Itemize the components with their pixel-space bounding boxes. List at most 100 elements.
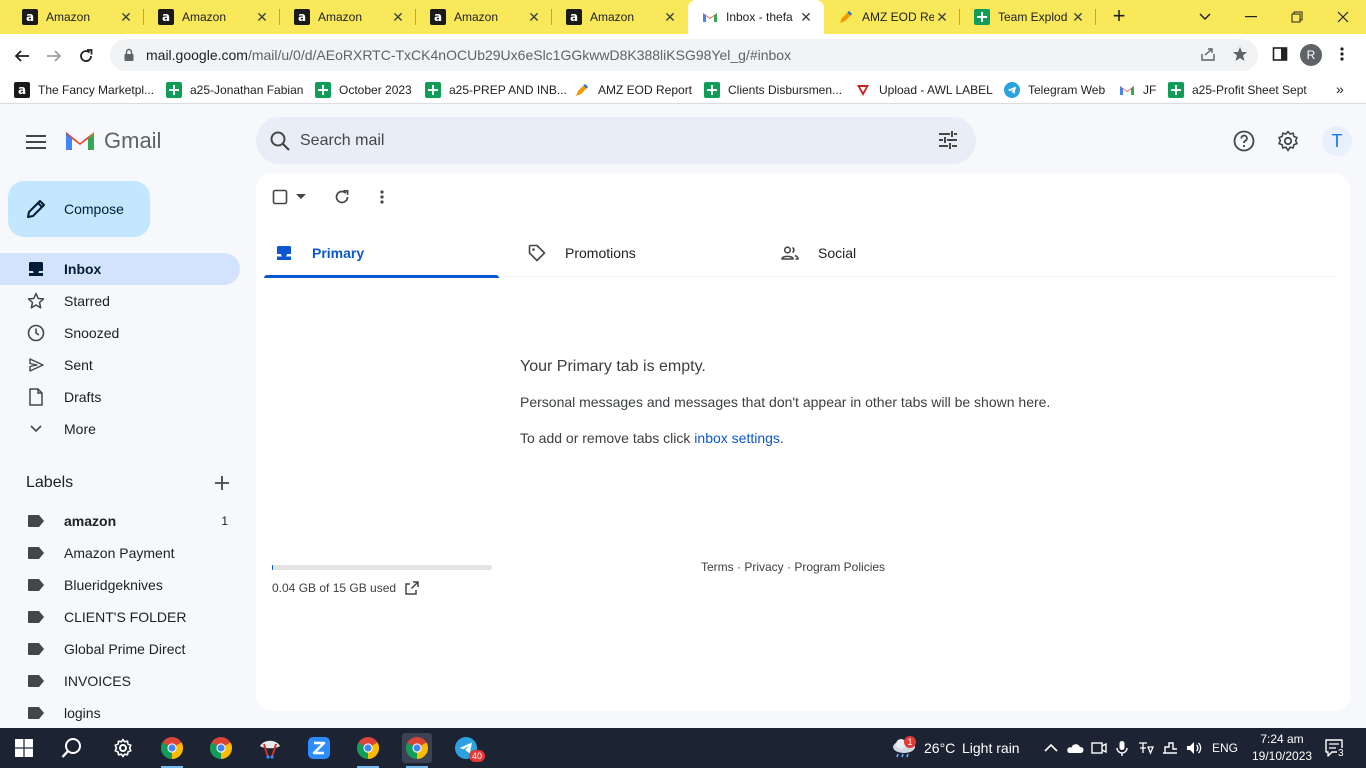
open-in-new-icon[interactable] bbox=[404, 580, 420, 596]
network-icon[interactable] bbox=[1161, 739, 1179, 757]
nav-item-drafts[interactable]: Drafts bbox=[0, 381, 240, 413]
nav-item-snoozed[interactable]: Snoozed bbox=[0, 317, 240, 349]
browser-menu-button[interactable] bbox=[1330, 42, 1354, 66]
bookmark-item[interactable]: a25-Profit Sheet Sept bbox=[1168, 81, 1307, 99]
minimize-button[interactable] bbox=[1228, 0, 1274, 34]
main-menu-button[interactable] bbox=[20, 126, 52, 158]
start-button[interactable] bbox=[9, 733, 39, 763]
lock-icon[interactable] bbox=[122, 48, 136, 62]
taskbar-search-button[interactable] bbox=[57, 733, 87, 763]
tab-search-button[interactable] bbox=[1182, 0, 1228, 34]
input-language[interactable]: ENG bbox=[1212, 741, 1238, 755]
refresh-icon[interactable] bbox=[334, 189, 350, 205]
tab-primary[interactable]: Primary bbox=[264, 229, 499, 278]
label-item[interactable]: logins bbox=[0, 697, 240, 729]
close-icon[interactable]: ✕ bbox=[526, 9, 542, 25]
close-icon[interactable]: ✕ bbox=[390, 9, 406, 25]
notifications-count: 3 bbox=[1337, 748, 1345, 759]
microphone-icon[interactable] bbox=[1113, 739, 1131, 757]
taskbar-chrome-active[interactable] bbox=[402, 733, 432, 768]
gmail-logo[interactable]: Gmail bbox=[64, 128, 161, 154]
bookmark-item[interactable]: Telegram Web bbox=[1004, 81, 1105, 99]
taskbar-zoom[interactable] bbox=[304, 733, 334, 763]
label-item[interactable]: CLIENT'S FOLDER bbox=[0, 601, 240, 633]
taskbar-snipping-tool[interactable] bbox=[255, 733, 285, 763]
weather-temperature[interactable]: 26°C bbox=[924, 740, 955, 756]
label-item[interactable]: Amazon Payment bbox=[0, 537, 240, 569]
taskbar-settings[interactable] bbox=[108, 733, 138, 763]
clock-icon bbox=[26, 323, 46, 343]
browser-tab[interactable]: a Amazon ✕ bbox=[280, 0, 416, 34]
browser-profile-avatar[interactable]: R bbox=[1300, 44, 1322, 66]
bookmark-item[interactable]: Clients Disbursmen... bbox=[704, 81, 842, 99]
bookmark-star-button[interactable] bbox=[1228, 42, 1252, 66]
nav-item-starred[interactable]: Starred bbox=[0, 285, 240, 317]
close-icon[interactable]: ✕ bbox=[934, 9, 950, 25]
label-item[interactable]: Global Prime Direct bbox=[0, 633, 240, 665]
taskbar-chrome-profile[interactable] bbox=[157, 733, 187, 768]
back-button[interactable] bbox=[8, 42, 36, 70]
reload-button[interactable] bbox=[72, 42, 100, 70]
side-panel-button[interactable] bbox=[1268, 42, 1292, 66]
bookmark-item[interactable]: a The Fancy Marketpl... bbox=[14, 81, 154, 99]
bookmark-item[interactable]: a25-Jonathan Fabian bbox=[166, 81, 303, 99]
tab-promotions[interactable]: Promotions bbox=[517, 229, 752, 277]
inbox-settings-link[interactable]: inbox settings bbox=[694, 430, 780, 446]
close-icon[interactable]: ✕ bbox=[1070, 9, 1086, 25]
close-icon[interactable]: ✕ bbox=[662, 9, 678, 25]
address-bar[interactable]: mail.google.com/mail/u/0/d/AEoRXRTC-TxCK… bbox=[110, 39, 1258, 71]
browser-tab[interactable]: a Amazon ✕ bbox=[144, 0, 280, 34]
bookmark-item[interactable]: October 2023 bbox=[315, 81, 412, 99]
bookmark-item[interactable]: AMZ EOD Report bbox=[574, 81, 692, 99]
share-button[interactable] bbox=[1196, 42, 1220, 66]
taskbar-telegram[interactable]: 40 bbox=[451, 733, 485, 763]
browser-tab[interactable]: Team Explod ✕ bbox=[960, 0, 1096, 34]
tab-social[interactable]: Social bbox=[770, 229, 1005, 277]
bookmark-item[interactable]: Upload - AWL LABEL bbox=[855, 81, 993, 99]
nav-item-sent[interactable]: Sent bbox=[0, 349, 240, 381]
account-avatar[interactable]: T bbox=[1322, 126, 1352, 156]
select-dropdown-icon[interactable] bbox=[296, 194, 306, 200]
settings-gear-icon[interactable] bbox=[1276, 129, 1300, 153]
system-clock[interactable]: 7:24 am 19/10/2023 bbox=[1252, 731, 1312, 765]
add-label-icon[interactable] bbox=[212, 473, 232, 493]
nav-item-more[interactable]: More bbox=[0, 413, 240, 445]
footer-links[interactable]: Terms · Privacy · Program Policies bbox=[701, 560, 885, 574]
close-icon[interactable]: ✕ bbox=[118, 9, 134, 25]
volume-icon[interactable] bbox=[1185, 739, 1203, 757]
browser-tab[interactable]: a Amazon ✕ bbox=[552, 0, 688, 34]
bookmark-item[interactable]: a25-PREP AND INB... bbox=[425, 81, 567, 99]
bookmarks-overflow-button[interactable]: » bbox=[1336, 81, 1344, 97]
compose-button[interactable]: Compose bbox=[8, 181, 150, 237]
taskbar-chrome[interactable] bbox=[206, 733, 236, 763]
restore-button[interactable] bbox=[1274, 0, 1320, 34]
close-icon[interactable]: ✕ bbox=[254, 9, 270, 25]
bookmark-item[interactable]: JF bbox=[1119, 81, 1156, 99]
browser-tab[interactable]: a Amazon ✕ bbox=[8, 0, 144, 34]
camera-icon[interactable] bbox=[1090, 739, 1108, 757]
forward-button[interactable] bbox=[40, 42, 68, 70]
weather-description[interactable]: Light rain bbox=[962, 740, 1020, 756]
onedrive-cloud-icon[interactable] bbox=[1066, 739, 1084, 757]
search-bar[interactable] bbox=[256, 117, 976, 164]
select-checkbox[interactable] bbox=[272, 189, 288, 205]
label-item[interactable]: amazon 1 bbox=[0, 505, 240, 537]
taskbar-chrome-profile[interactable] bbox=[353, 733, 383, 768]
inbox-icon bbox=[277, 246, 291, 260]
ime-keyboard-icon[interactable] bbox=[1137, 739, 1155, 757]
close-window-button[interactable] bbox=[1320, 0, 1366, 34]
close-icon[interactable]: ✕ bbox=[798, 9, 814, 25]
label-item[interactable]: INVOICES bbox=[0, 665, 240, 697]
nav-item-inbox[interactable]: Inbox bbox=[0, 253, 240, 285]
search-input[interactable] bbox=[300, 131, 900, 150]
chevron-up-icon[interactable] bbox=[1042, 739, 1060, 757]
new-tab-button[interactable]: + bbox=[1108, 5, 1130, 28]
search-options-icon[interactable] bbox=[936, 128, 960, 152]
help-icon[interactable] bbox=[1232, 129, 1256, 153]
label-item[interactable]: Blueridgeknives bbox=[0, 569, 240, 601]
search-icon[interactable] bbox=[268, 129, 292, 153]
browser-tab-active[interactable]: Inbox - thefa ✕ bbox=[688, 0, 824, 34]
browser-tab[interactable]: a Amazon ✕ bbox=[416, 0, 552, 34]
browser-tab[interactable]: AMZ EOD Re ✕ bbox=[824, 0, 960, 34]
more-vert-icon[interactable] bbox=[380, 190, 384, 204]
